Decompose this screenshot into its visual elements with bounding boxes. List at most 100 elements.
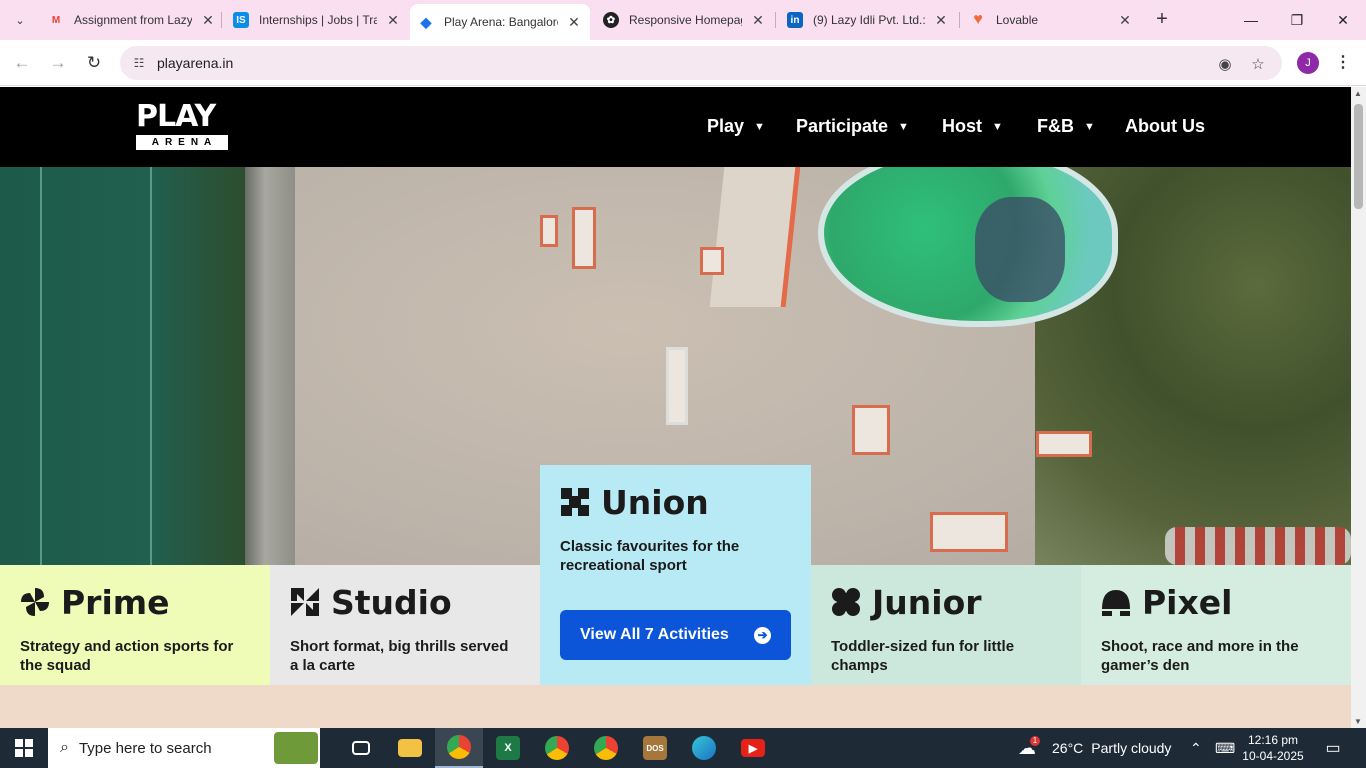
weather-widget[interactable]: ☁ 1 26°C Partly cloudy xyxy=(1018,728,1171,768)
excel-icon[interactable]: X xyxy=(484,728,532,768)
tab-search-chevron-icon[interactable]: ⌄ xyxy=(8,8,32,32)
close-tab-icon[interactable]: ✕ xyxy=(750,12,766,29)
nav-host[interactable]: Host ▼ xyxy=(942,116,1003,137)
bookmark-star-icon[interactable]: ☆ xyxy=(1248,54,1268,74)
back-arrow-icon[interactable]: ← xyxy=(9,50,35,76)
file-explorer-icon[interactable] xyxy=(386,728,434,768)
show-hidden-icons-chevron-icon[interactable]: ⌃ xyxy=(1190,728,1202,768)
chrome-alt-icon[interactable] xyxy=(582,728,630,768)
reload-icon[interactable]: ↻ xyxy=(81,50,107,76)
notification-icon[interactable]: ▭ xyxy=(1320,736,1346,760)
tab-lovable[interactable]: ♥ Lovable ✕ xyxy=(970,6,1133,34)
scroll-down-icon[interactable]: ▼ xyxy=(1354,717,1362,726)
page-scrollbar[interactable]: ▲ ▼ xyxy=(1351,87,1366,728)
lovable-icon: ♥ xyxy=(973,11,983,28)
category-card-prime[interactable]: Prime Strategy and action sports for the… xyxy=(0,565,270,685)
category-title: Pixel xyxy=(1142,582,1233,622)
forward-arrow-icon[interactable]: → xyxy=(45,50,71,76)
logo-subtitle: ARENA xyxy=(136,135,228,150)
nav-label: Host xyxy=(942,116,982,136)
nav-play[interactable]: Play ▼ xyxy=(707,116,765,137)
new-tab-button[interactable]: + xyxy=(1150,8,1174,32)
tab-play-arena[interactable]: ◆ Play Arena: Bangalore ✕ xyxy=(410,4,590,40)
nav-about-us[interactable]: About Us xyxy=(1125,116,1205,137)
skate-bowl-deep xyxy=(975,197,1065,302)
nav-participate[interactable]: Participate ▼ xyxy=(796,116,909,137)
web-page: PLAY ARENA Play ▼ Participate ▼ Host ▼ F&B ▼… xyxy=(0,87,1351,728)
close-window-icon[interactable]: ✕ xyxy=(1320,0,1366,40)
dosbox-icon[interactable]: DOS xyxy=(631,728,679,768)
weather-description: Partly cloudy xyxy=(1091,740,1172,756)
category-description: Short format, big thrills served a la ca… xyxy=(290,638,509,674)
chevron-down-icon: ▼ xyxy=(754,120,765,133)
scrollbar-thumb[interactable] xyxy=(1354,104,1363,209)
close-tab-icon[interactable]: ✕ xyxy=(933,12,949,29)
bench xyxy=(572,207,596,269)
url-text[interactable]: playarena.in xyxy=(157,55,233,71)
tab-title: Lovable xyxy=(996,13,1039,27)
category-description: Toddler-sized fun for little champs xyxy=(831,638,1015,674)
category-card-studio[interactable]: Studio Short format, big thrills served … xyxy=(270,565,540,685)
address-bar[interactable]: ☷ playarena.in ◉ ☆ xyxy=(120,46,1282,80)
category-card-union[interactable]: Union Classic favourites for the recreat… xyxy=(540,465,811,685)
nav-fnb[interactable]: F&B ▼ xyxy=(1037,116,1095,137)
category-description: Strategy and action sports for the squad xyxy=(20,638,234,674)
cross-blocks-icon xyxy=(560,487,590,517)
youtube-icon[interactable]: ▶ xyxy=(729,728,777,768)
profile-avatar[interactable]: J xyxy=(1297,52,1319,74)
windows-start-icon[interactable] xyxy=(0,728,48,768)
button-label: View All 7 Activities xyxy=(580,626,729,643)
category-title: Junior xyxy=(872,582,982,622)
play-arena-logo[interactable]: PLAY ARENA xyxy=(136,101,234,153)
tab-title: Play Arena: Bangalore xyxy=(444,15,558,29)
nav-label: Participate xyxy=(796,116,889,136)
playarena-icon: ◆ xyxy=(420,13,432,30)
search-icon: ⌕ xyxy=(60,739,69,756)
task-view-icon[interactable] xyxy=(337,728,385,768)
browser-tab-strip: ⌄ M Assignment from Lazy ✕ IS Internship… xyxy=(0,0,1366,40)
browser-menu-icon[interactable]: ⋮ xyxy=(1334,52,1352,74)
windows-taskbar: ⌕ Type here to search X DOS ▶ ☁ 1 26°C P… xyxy=(0,728,1366,768)
chrome-profile-icon[interactable] xyxy=(435,728,483,768)
close-tab-icon[interactable]: ✕ xyxy=(200,12,216,29)
system-clock[interactable]: 12:16 pm 10-04-2025 xyxy=(1238,732,1308,764)
bench xyxy=(540,215,558,247)
bench xyxy=(666,347,688,425)
minimize-icon[interactable]: — xyxy=(1228,0,1274,40)
tab-responsive-homepage[interactable]: ✿ Responsive Homepag ✕ xyxy=(603,6,766,34)
pinwheel-icon xyxy=(20,587,50,617)
site-settings-icon[interactable]: ☷ xyxy=(130,54,148,72)
chrome-icon[interactable] xyxy=(533,728,581,768)
search-highlight-image xyxy=(274,732,318,764)
arrow-right-circle-icon: ➔ xyxy=(754,626,771,644)
close-tab-icon[interactable]: ✕ xyxy=(385,12,401,29)
view-all-activities-button[interactable]: View All 7 Activities ➔ xyxy=(560,610,791,660)
taskbar-search-box[interactable]: ⌕ Type here to search xyxy=(48,728,320,768)
tab-internshala[interactable]: IS Internships | Jobs | Tra ✕ xyxy=(233,6,401,34)
eye-off-icon[interactable]: ◉ xyxy=(1215,54,1235,74)
logo-wordmark: PLAY xyxy=(136,99,216,134)
rounded-square-icon xyxy=(831,587,861,617)
category-card-junior[interactable]: Junior Toddler-sized fun for little cham… xyxy=(811,565,1081,685)
category-description: Classic favourites for the recreational … xyxy=(560,538,740,574)
tab-separator xyxy=(775,12,776,28)
chevron-down-icon: ▼ xyxy=(992,120,1003,133)
category-title: Prime xyxy=(61,582,170,622)
helmet-icon xyxy=(1101,587,1131,617)
tab-title: Responsive Homepag xyxy=(629,13,742,27)
scroll-up-icon[interactable]: ▲ xyxy=(1354,89,1362,98)
edge-icon[interactable] xyxy=(680,728,728,768)
activity-categories: Prime Strategy and action sports for the… xyxy=(0,465,1351,686)
restore-icon[interactable]: ❐ xyxy=(1274,0,1320,40)
close-tab-icon[interactable]: ✕ xyxy=(1117,12,1133,29)
tab-gmail[interactable]: M Assignment from Lazy ✕ xyxy=(48,6,216,34)
tab-title: Internships | Jobs | Tra xyxy=(259,13,377,27)
category-description: Shoot, race and more in the gamer’s den xyxy=(1101,638,1299,674)
linkedin-icon: in xyxy=(787,12,803,28)
search-placeholder: Type here to search xyxy=(78,739,212,757)
keyboard-icon[interactable]: ⌨ xyxy=(1215,728,1235,768)
close-tab-icon[interactable]: ✕ xyxy=(566,14,582,31)
bench xyxy=(852,405,890,455)
category-card-pixel[interactable]: Pixel Shoot, race and more in the gamer’… xyxy=(1081,565,1351,685)
tab-linkedin[interactable]: in (9) Lazy Idli Pvt. Ltd.: ✕ xyxy=(787,6,949,34)
